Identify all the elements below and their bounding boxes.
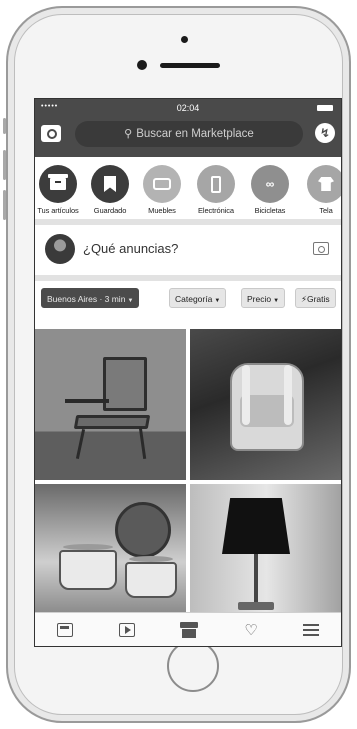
lamp-image: [222, 498, 290, 554]
pan-image: [115, 502, 171, 558]
chair-image: [75, 429, 86, 459]
bookmark-icon: [104, 176, 116, 192]
filter-category[interactable]: Categoría ▼: [169, 288, 227, 308]
category-your-items[interactable]: Tus artículos: [35, 165, 87, 215]
pot-image: [125, 562, 177, 598]
category-furniture[interactable]: Muebles: [133, 165, 191, 215]
box-icon: [48, 174, 68, 190]
tab-marketplace[interactable]: [179, 620, 199, 640]
filter-price[interactable]: Precio ▼: [241, 288, 286, 308]
listing-tile-armchair[interactable]: [35, 329, 186, 480]
top-bar: ••••• 02:04 ⚲ Buscar en Marketplace ↯: [35, 99, 341, 157]
listing-tile-backpack[interactable]: [190, 329, 341, 480]
messenger-icon[interactable]: ↯: [315, 123, 335, 143]
category-row: Tus artículos Guardado Muebles Electróni…: [35, 157, 341, 225]
camera-icon[interactable]: [313, 242, 329, 255]
video-icon: [119, 623, 135, 637]
bike-icon: ∞: [265, 177, 275, 191]
chair-image: [103, 357, 147, 411]
pot-image: [129, 556, 173, 562]
backpack-image: [284, 365, 292, 425]
category-label: Muebles: [148, 206, 176, 215]
sofa-icon: [153, 178, 171, 190]
category-label: Bicicletas: [254, 206, 286, 215]
bottom-tab-bar: ♡: [35, 612, 341, 646]
avatar: [45, 234, 75, 264]
category-bicycles[interactable]: ∞ Bicicletas: [241, 165, 299, 215]
volume-up-button: [3, 150, 6, 180]
search-row: ⚲ Buscar en Marketplace ↯: [35, 117, 341, 153]
camera-dot: [181, 36, 188, 43]
caret-down-icon: ▼: [214, 298, 221, 304]
listing-tile-pots[interactable]: [35, 484, 186, 614]
status-bar: ••••• 02:04: [35, 99, 341, 117]
search-placeholder: Buscar en Marketplace: [136, 128, 254, 140]
category-label: Guardado: [93, 206, 127, 215]
sell-composer[interactable]: ¿Qué anuncias?: [35, 225, 341, 281]
search-input[interactable]: ⚲ Buscar en Marketplace: [75, 121, 303, 147]
search-icon: ⚲: [124, 128, 133, 140]
filter-label: Gratis: [306, 294, 330, 304]
tab-menu[interactable]: [301, 620, 321, 640]
filter-label: Buenos Aires · 3 min: [47, 294, 126, 304]
filter-location[interactable]: Buenos Aires · 3 min ▼: [41, 288, 140, 308]
phone-icon: [211, 175, 221, 193]
category-circle: ∞: [251, 165, 289, 203]
listings-grid: [35, 329, 341, 614]
news-feed-icon: [57, 623, 73, 637]
camera-icon[interactable]: [41, 125, 61, 142]
category-label: Tus artículos: [37, 206, 79, 215]
tab-news-feed[interactable]: [55, 620, 75, 640]
chair-image: [138, 426, 147, 460]
filter-free[interactable]: ⚡Gratis: [295, 288, 336, 308]
shirt-icon: [318, 177, 334, 191]
pot-image: [63, 544, 113, 550]
home-button[interactable]: [167, 640, 219, 692]
filter-bar: Buenos Aires · 3 min ▼ Categoría ▼ Precio ▼…: [35, 281, 341, 311]
front-camera: [137, 60, 147, 70]
category-circle: [143, 165, 181, 203]
caret-down-icon: ▼: [127, 298, 134, 304]
caret-down-icon: ▼: [273, 298, 280, 304]
filter-label: Precio: [247, 294, 272, 304]
filter-label: Categoría: [175, 294, 213, 304]
notifications-icon: ♡: [244, 621, 258, 639]
backpack-image: [230, 363, 304, 451]
mute-switch: [3, 118, 6, 134]
chair-image: [65, 399, 109, 403]
composer-prompt: ¿Qué anuncias?: [83, 241, 179, 256]
listing-tile-lamp[interactable]: [190, 484, 341, 614]
tab-video[interactable]: [117, 620, 137, 640]
category-electronics[interactable]: Electrónica: [187, 165, 245, 215]
lamp-image: [238, 602, 274, 610]
marketplace-icon: [180, 622, 198, 638]
category-label: Electrónica: [197, 206, 234, 215]
category-circle: [197, 165, 235, 203]
category-circle: [307, 165, 341, 203]
volume-down-button: [3, 190, 6, 220]
category-saved[interactable]: Guardado: [81, 165, 139, 215]
category-clothing[interactable]: Tela: [297, 165, 341, 215]
lamp-image: [254, 554, 258, 604]
menu-icon: [303, 624, 319, 636]
battery-icon: [317, 105, 333, 111]
backpack-image: [242, 365, 250, 425]
tab-notifications[interactable]: ♡: [241, 620, 261, 640]
status-time: 02:04: [176, 103, 200, 113]
category-label: Tela: [319, 206, 333, 215]
category-circle: [39, 165, 77, 203]
pot-image: [59, 550, 117, 590]
category-circle: [91, 165, 129, 203]
app-screen: ••••• 02:04 ⚲ Buscar en Marketplace ↯ Tus…: [34, 98, 342, 647]
earpiece-speaker: [160, 63, 220, 68]
